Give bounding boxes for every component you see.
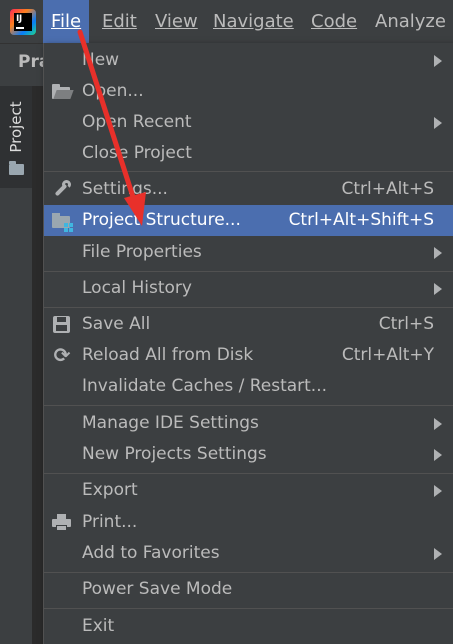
menubar: IJ File Edit View Navigate Code Analyze bbox=[0, 0, 453, 43]
menu-item-settings[interactable]: Settings... Ctrl+Alt+S bbox=[44, 174, 453, 205]
menu-item-save-all[interactable]: Save All Ctrl+S bbox=[44, 309, 453, 340]
menu-file[interactable]: File bbox=[43, 0, 90, 43]
intellij-idea-icon[interactable]: IJ bbox=[10, 9, 36, 35]
menu-item-invalidate-caches[interactable]: Invalidate Caches / Restart... bbox=[44, 371, 453, 402]
menu-item-manage-ide-settings[interactable]: Manage IDE Settings bbox=[44, 408, 453, 439]
submenu-arrow-icon bbox=[434, 117, 442, 129]
menu-item-shortcut: Ctrl+S bbox=[378, 314, 434, 334]
submenu-arrow-icon bbox=[434, 418, 442, 430]
menu-item-label: New bbox=[82, 50, 120, 70]
menu-item-file-properties[interactable]: File Properties bbox=[44, 237, 453, 268]
submenu-arrow-icon bbox=[434, 449, 442, 461]
menu-item-label: Open... bbox=[82, 81, 144, 101]
menu-item-exit[interactable]: Exit bbox=[44, 611, 453, 642]
project-tab-label: Project bbox=[7, 101, 25, 153]
menu-separator bbox=[44, 572, 453, 573]
menu-view[interactable]: View bbox=[147, 0, 206, 43]
submenu-arrow-icon bbox=[434, 55, 442, 67]
submenu-arrow-icon bbox=[434, 283, 442, 295]
menu-item-label: Add to Favorites bbox=[82, 543, 220, 563]
folder-icon bbox=[9, 161, 24, 175]
submenu-arrow-icon bbox=[434, 548, 442, 560]
menu-item-label: Close Project bbox=[82, 143, 192, 163]
menu-item-label: Save All bbox=[82, 314, 151, 334]
menu-item-reload-all[interactable]: ⟳ Reload All from Disk Ctrl+Alt+Y bbox=[44, 340, 453, 371]
menu-separator bbox=[44, 171, 453, 172]
menu-item-label: New Projects Settings bbox=[82, 444, 267, 464]
menu-item-shortcut: Ctrl+Alt+Shift+S bbox=[288, 210, 434, 230]
menu-item-label: Invalidate Caches / Restart... bbox=[82, 376, 328, 396]
project-tool-window-tab[interactable]: Project bbox=[0, 86, 32, 188]
menu-item-close-project[interactable]: Close Project bbox=[44, 138, 453, 169]
menu-item-label: Print... bbox=[82, 512, 138, 532]
menu-separator bbox=[44, 608, 453, 609]
file-menu-dropdown: New Open... Open Recent Close Project Se… bbox=[43, 43, 453, 644]
menu-navigate[interactable]: Navigate bbox=[205, 0, 302, 43]
menu-analyze[interactable]: Analyze bbox=[367, 0, 453, 43]
project-structure-icon bbox=[52, 211, 73, 232]
menu-item-shortcut: Ctrl+Alt+Y bbox=[341, 345, 434, 365]
submenu-arrow-icon bbox=[434, 247, 442, 259]
menu-item-label: Project Structure... bbox=[82, 210, 241, 230]
menu-item-label: File Properties bbox=[82, 242, 202, 262]
menu-item-export[interactable]: Export bbox=[44, 475, 453, 506]
menu-item-label: Settings... bbox=[82, 179, 168, 199]
menu-item-label: Reload All from Disk bbox=[82, 345, 254, 365]
menu-item-label: Local History bbox=[82, 278, 192, 298]
menu-separator bbox=[44, 405, 453, 406]
menu-item-label: Open Recent bbox=[82, 112, 192, 132]
save-icon bbox=[52, 315, 72, 334]
menu-item-label: Exit bbox=[82, 616, 115, 636]
menu-item-local-history[interactable]: Local History bbox=[44, 273, 453, 304]
submenu-arrow-icon bbox=[434, 485, 442, 497]
menu-item-print[interactable]: Print... bbox=[44, 507, 453, 538]
menu-item-new-projects-settings[interactable]: New Projects Settings bbox=[44, 439, 453, 470]
folder-open-icon bbox=[52, 82, 74, 101]
menu-separator bbox=[44, 271, 453, 272]
menu-item-label: Manage IDE Settings bbox=[82, 413, 259, 433]
reload-icon: ⟳ bbox=[53, 343, 71, 367]
menu-item-shortcut: Ctrl+Alt+S bbox=[341, 179, 434, 199]
menu-item-project-structure[interactable]: Project Structure... Ctrl+Alt+Shift+S bbox=[44, 205, 453, 236]
menu-item-open-recent[interactable]: Open Recent bbox=[44, 107, 453, 138]
menu-item-label: Export bbox=[82, 480, 138, 500]
menu-item-power-save-mode[interactable]: Power Save Mode bbox=[44, 574, 453, 605]
menu-edit[interactable]: Edit bbox=[94, 0, 145, 43]
print-icon bbox=[52, 513, 72, 532]
wrench-icon bbox=[52, 180, 72, 199]
menu-separator bbox=[44, 307, 453, 308]
menu-separator bbox=[44, 473, 453, 474]
menu-item-open[interactable]: Open... bbox=[44, 76, 453, 107]
menu-item-new[interactable]: New bbox=[44, 45, 453, 76]
menu-code[interactable]: Code bbox=[303, 0, 365, 43]
menu-item-label: Power Save Mode bbox=[82, 579, 233, 599]
menu-item-add-to-favorites[interactable]: Add to Favorites bbox=[44, 538, 453, 569]
